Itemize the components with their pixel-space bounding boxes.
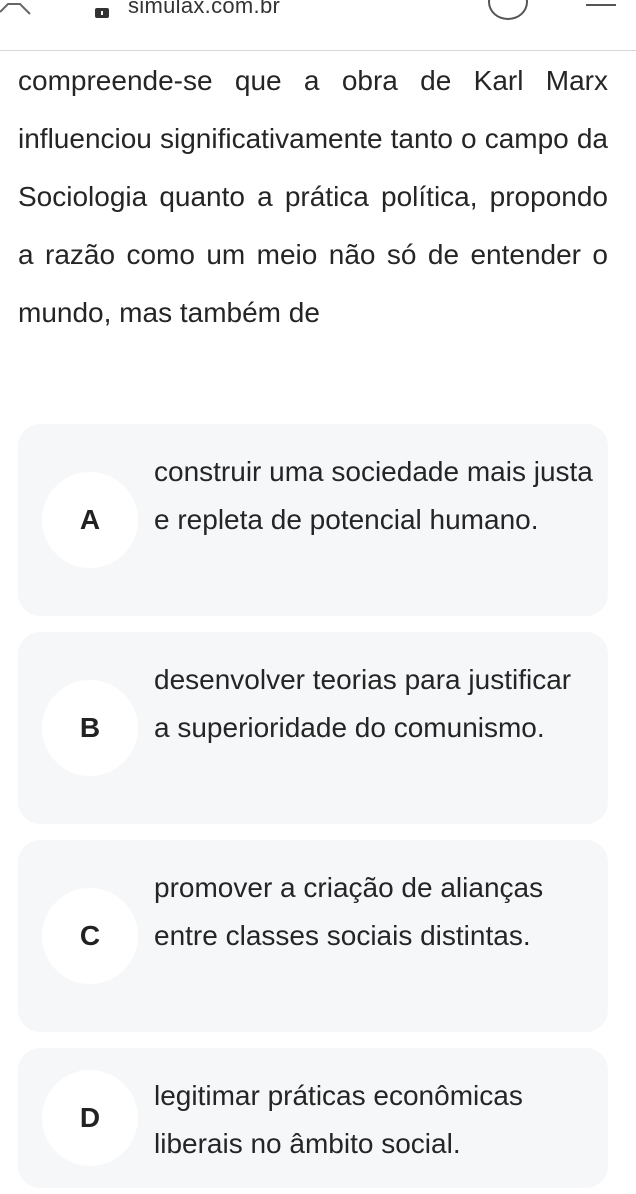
tab-switcher-button[interactable]: [488, 0, 528, 20]
url-text[interactable]: simulax.com.br: [128, 0, 280, 19]
option-letter: A: [42, 472, 138, 568]
option-a[interactable]: A construir uma sociedade mais justa e r…: [18, 424, 608, 616]
option-c[interactable]: C promover a criação de alianças entre c…: [18, 840, 608, 1032]
option-text: construir uma sociedade mais justa e rep…: [154, 456, 593, 535]
question-text: compreende-se que a obra de Karl Marx in…: [18, 65, 608, 328]
option-b[interactable]: B desenvolver teorias para justificar a …: [18, 632, 608, 824]
option-d[interactable]: D legitimar práticas econômicas liberais…: [18, 1048, 608, 1188]
option-letter: B: [42, 680, 138, 776]
option-letter: D: [42, 1070, 138, 1166]
browser-address-bar: simulax.com.br: [0, 0, 636, 51]
option-text: legitimar práticas econômicas liberais n…: [154, 1080, 523, 1159]
option-text: desenvolver teorias para justificar a su…: [154, 664, 572, 743]
lock-icon: [95, 8, 109, 18]
menu-icon[interactable]: [586, 0, 616, 20]
tabs-icon[interactable]: [0, 0, 36, 20]
option-text: promover a criação de alianças entre cla…: [154, 872, 544, 951]
option-letter: C: [42, 888, 138, 984]
